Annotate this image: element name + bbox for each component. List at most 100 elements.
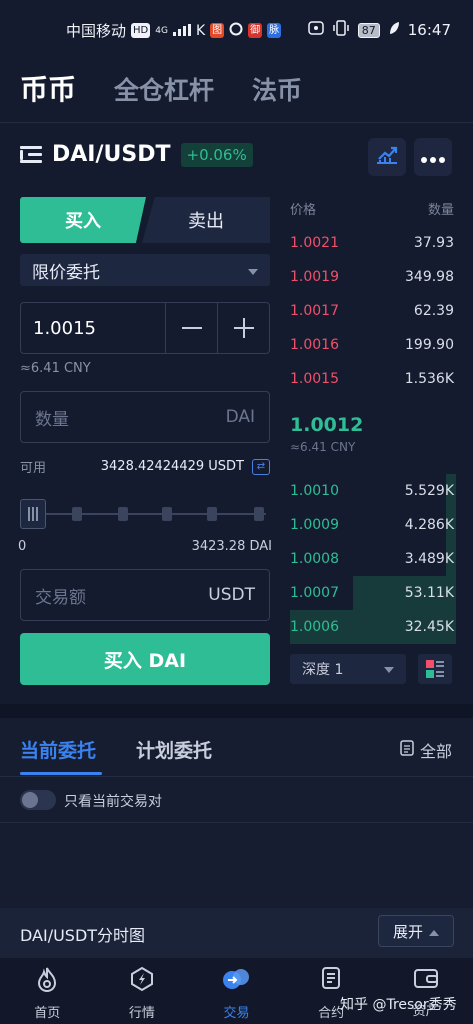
transfer-icon[interactable]: ⇄ — [252, 458, 270, 475]
active-tab-indicator — [20, 772, 102, 775]
ask-row[interactable]: 1.0017 62.39 — [290, 294, 454, 328]
chart-trend-icon — [375, 145, 399, 169]
order-tabs: 当前委托 计划委托 — [20, 736, 212, 763]
leaf-icon — [388, 21, 400, 39]
sell-tab[interactable]: 卖出 — [142, 197, 270, 243]
slider-mark-90[interactable] — [207, 507, 217, 521]
bottom-nav: 首页 行情 交易 合约 资产 — [0, 958, 473, 1024]
market-type-tabs: 币币 全仓杠杆 法币 — [20, 68, 302, 108]
all-orders-label: 全部 — [420, 742, 453, 761]
menu-icon[interactable] — [20, 145, 42, 164]
tab-plan-orders[interactable]: 计划委托 — [136, 736, 212, 763]
flame-icon — [35, 966, 59, 996]
orderbook-layout-button[interactable] — [418, 654, 452, 684]
tab-cross-margin[interactable]: 全仓杠杆 — [114, 71, 214, 107]
total-unit: USDT — [208, 585, 255, 605]
clock: 16:47 — [407, 21, 451, 39]
watermark: 知乎 @Tresor秀秀 — [340, 997, 457, 1013]
chart-button[interactable] — [368, 138, 406, 176]
filter-divider — [0, 822, 473, 823]
ask-price: 1.0021 — [290, 235, 339, 251]
total-placeholder: 交易额 — [35, 587, 86, 608]
buy-tab[interactable]: 买入 — [20, 197, 146, 243]
price-field[interactable]: 1.0015 — [20, 302, 270, 354]
bid-price: 1.0007 — [290, 585, 339, 601]
depth-select[interactable]: 深度 1 — [290, 654, 406, 684]
app-badge-3: 脉 — [267, 23, 282, 38]
expand-label: 展开 — [392, 922, 423, 941]
orders-divider — [0, 776, 473, 777]
price-input[interactable]: 1.0015 — [21, 318, 165, 339]
nav-contract[interactable]: 合约 — [284, 958, 379, 1024]
last-price-cny: ≈6.41 CNY — [290, 440, 356, 454]
more-button[interactable] — [414, 138, 452, 176]
slider-labels: 0 3423.28 DAI — [18, 539, 272, 554]
tab-spot[interactable]: 币币 — [20, 68, 76, 108]
ask-price: 1.0016 — [290, 337, 339, 353]
all-orders-button[interactable]: 全部 — [400, 738, 452, 762]
wallet-icon — [413, 966, 439, 994]
depth-label: 深度 1 — [302, 662, 344, 678]
price-cny-approx: ≈6.41 CNY — [20, 361, 91, 376]
qty-column-header: 数量 — [427, 203, 454, 218]
app-badge-1: 图 — [210, 23, 225, 38]
quantity-unit: DAI — [225, 407, 255, 427]
slider-mark-75[interactable] — [162, 507, 172, 521]
ask-row[interactable]: 1.0021 37.93 — [290, 226, 454, 260]
slider-mark-100[interactable] — [254, 507, 264, 521]
bid-row[interactable]: 1.0009 4.286K — [290, 508, 454, 542]
slider-min-label: 0 — [18, 539, 27, 554]
slider-track[interactable] — [24, 513, 266, 515]
last-price[interactable]: 1.0012 — [290, 414, 363, 436]
nav-home-label: 首页 — [34, 1006, 61, 1021]
price-increment-button[interactable] — [217, 303, 269, 353]
bid-row[interactable]: 1.0007 53.11K — [290, 576, 454, 610]
ask-price: 1.0017 — [290, 303, 339, 319]
tab-open-orders[interactable]: 当前委托 — [20, 736, 96, 763]
bid-row[interactable]: 1.0008 3.489K — [290, 542, 454, 576]
caret-up-icon — [429, 922, 439, 940]
bid-qty: 4.286K — [404, 517, 454, 533]
pair-header[interactable]: DAI/USDT +0.06% — [20, 142, 253, 167]
header-divider — [0, 122, 473, 123]
hd-badge: HD — [131, 23, 151, 38]
bid-row[interactable]: 1.0006 32.45K — [290, 610, 454, 644]
slider-mark-25[interactable] — [72, 507, 82, 521]
nav-trade[interactable]: 交易 — [189, 958, 284, 1024]
contract-icon — [319, 966, 343, 996]
nav-assets[interactable]: 资产 — [378, 958, 473, 1024]
ask-price: 1.0019 — [290, 269, 339, 285]
ask-row[interactable]: 1.0015 1.536K — [290, 362, 454, 396]
ask-row[interactable]: 1.0016 199.90 — [290, 328, 454, 362]
change-badge: +0.06% — [180, 142, 253, 167]
expand-chart-button[interactable]: 展开 — [378, 915, 454, 947]
more-dots-icon — [421, 148, 445, 167]
available-label: 可用 — [20, 461, 47, 476]
nav-market-label: 行情 — [128, 1006, 155, 1021]
bid-qty: 5.529K — [404, 483, 454, 499]
slider-thumb[interactable] — [20, 499, 46, 529]
bid-qty: 32.45K — [404, 619, 454, 635]
tab-fiat[interactable]: 法币 — [252, 71, 302, 107]
slider-mark-50[interactable] — [118, 507, 128, 521]
ask-qty: 62.39 — [413, 303, 454, 319]
price-decrement-button[interactable] — [165, 303, 217, 353]
k-app-icon: K — [195, 22, 206, 39]
nav-market[interactable]: 行情 — [95, 958, 190, 1024]
bid-qty: 53.11K — [404, 585, 454, 601]
pair-name[interactable]: DAI/USDT — [52, 142, 171, 167]
section-gap — [0, 704, 473, 718]
nav-home[interactable]: 首页 — [0, 958, 95, 1024]
circle-app-icon — [229, 22, 243, 40]
current-pair-only-toggle[interactable] — [20, 790, 56, 810]
compass-icon — [129, 966, 155, 996]
ask-qty: 1.536K — [404, 371, 454, 387]
bid-row[interactable]: 1.0010 5.529K — [290, 474, 454, 508]
total-field[interactable]: 交易额 USDT — [20, 569, 270, 621]
ask-row[interactable]: 1.0019 349.98 — [290, 260, 454, 294]
buy-dai-button[interactable]: 买入 DAI — [20, 633, 270, 685]
quantity-field[interactable]: 数量 DAI — [20, 391, 270, 443]
order-type-select[interactable]: 限价委托 — [20, 254, 270, 286]
amount-slider[interactable] — [20, 498, 270, 530]
signal-icon — [172, 22, 191, 40]
